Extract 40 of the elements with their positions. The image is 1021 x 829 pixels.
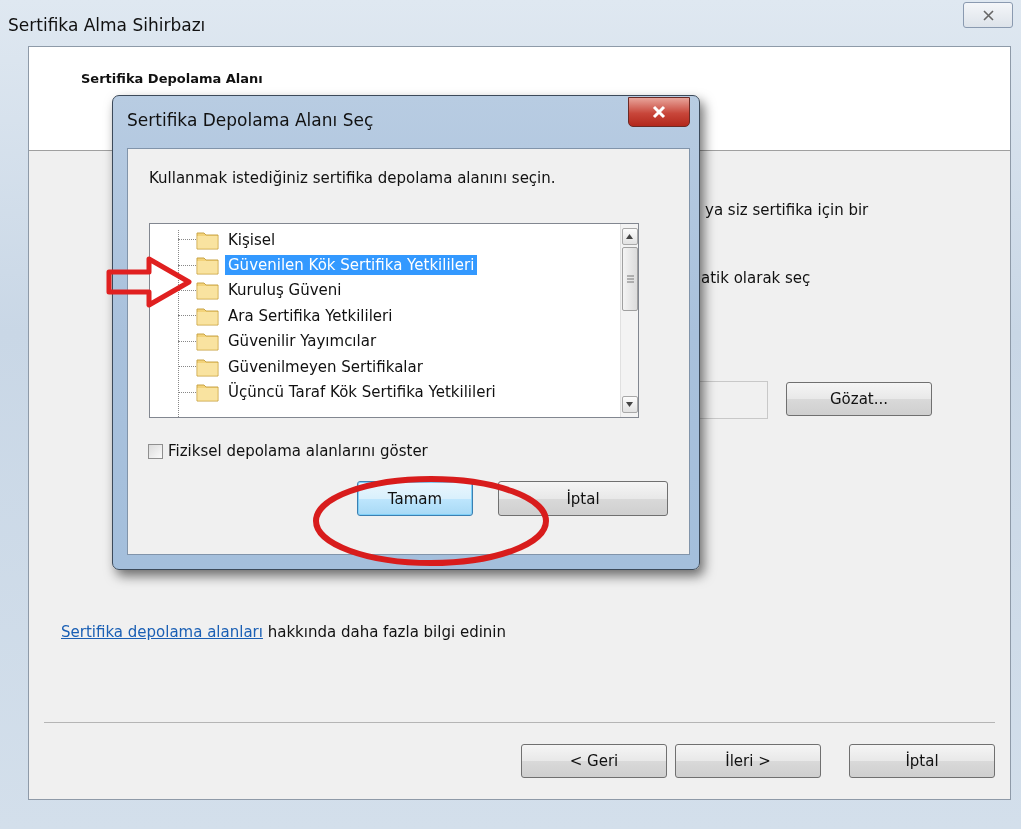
- scroll-thumb[interactable]: [622, 247, 638, 311]
- grip-icon: [626, 275, 634, 283]
- folder-icon: [196, 255, 219, 276]
- folder-icon: [196, 382, 219, 403]
- checkbox[interactable]: [148, 443, 163, 459]
- folder-icon: [196, 331, 219, 352]
- tree-item[interactable]: Ara Sertifika Yetkilileri: [225, 305, 396, 326]
- dialog-button[interactable]: İptal: [498, 481, 668, 516]
- browse-button[interactable]: Gözat...: [786, 382, 932, 416]
- up-arrow-icon: [626, 234, 633, 239]
- dialog-button[interactable]: Tamam: [357, 481, 473, 516]
- nav-button[interactable]: İleri >: [675, 744, 821, 778]
- store-tree[interactable]: Kişisel Güvenilen Kök Sertifika Yetkilileri Kuruluş Güveni Ara Sertifika Yetkilileri Güvenilir Yayımcılar Güvenilmeyen Sertifikalar Üçüncü Taraf Kök Sertifika Yetkilileri: [149, 223, 639, 418]
- tree-item[interactable]: Kişisel: [225, 229, 279, 250]
- close-icon: [982, 9, 994, 21]
- down-arrow-icon: [626, 402, 633, 407]
- scrollbar[interactable]: [620, 224, 638, 417]
- folder-icon: [196, 305, 219, 326]
- nav-button[interactable]: İptal: [849, 744, 995, 778]
- scroll-up-button[interactable]: [621, 228, 638, 245]
- tree-item[interactable]: Üçüncü Taraf Kök Sertifika Yetkilileri: [225, 382, 499, 403]
- tree-item[interactable]: Güvenilmeyen Sertifikalar: [225, 356, 426, 377]
- folder-icon: [196, 229, 219, 250]
- prompt-text: Kullanmak istediğiniz sertifika depolama alanını seçin.: [149, 169, 557, 187]
- folder-icon: [196, 356, 219, 377]
- close-icon: [652, 105, 666, 119]
- dialog-title: Sertifika Depolama Alanı Seç: [127, 110, 374, 130]
- checkbox-label: Fiziksel depolama alanlarını göster: [168, 442, 428, 460]
- window-title: Sertifika Alma Sihirbazı: [8, 14, 206, 35]
- tree-item[interactable]: Güvenilir Yayımcılar: [225, 331, 380, 352]
- tree-item[interactable]: Kuruluş Güveni: [225, 280, 345, 301]
- nav-button[interactable]: < Geri: [521, 744, 667, 778]
- description-text: ya siz sertifika için bir: [705, 201, 869, 219]
- page-heading: Sertifika Depolama Alanı: [81, 71, 264, 86]
- folder-icon: [196, 280, 219, 301]
- option-label: atik olarak seç: [701, 269, 811, 287]
- scroll-down-button[interactable]: [621, 396, 638, 413]
- info-text: Sertifika depolama alanları hakkında daha fazla bilgi edinin: [61, 623, 506, 641]
- close-button[interactable]: [628, 97, 690, 127]
- info-link[interactable]: Sertifika depolama alanları: [61, 623, 263, 641]
